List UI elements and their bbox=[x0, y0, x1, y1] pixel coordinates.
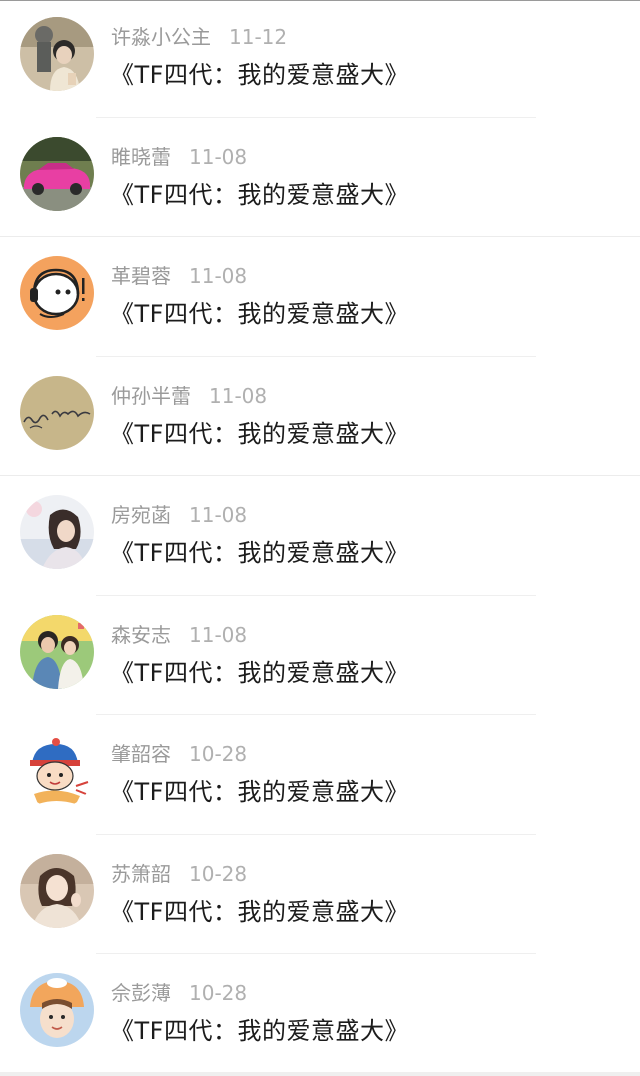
comment-date: 10-28 bbox=[189, 861, 248, 886]
comment-item[interactable]: 许淼小公主 11-12 《TF四代：我的爱意盛大》 bbox=[0, 0, 640, 120]
avatar-handwriting-icon[interactable] bbox=[20, 375, 94, 450]
comment-username[interactable]: 仲孙半蕾 bbox=[111, 384, 191, 408]
comment-meta: 革碧蓉 11-08 bbox=[111, 262, 247, 290]
comment-username[interactable]: 肇韶容 bbox=[111, 742, 171, 766]
comment-username[interactable]: 苏箫韶 bbox=[111, 862, 171, 886]
divider bbox=[96, 714, 536, 715]
comment-text[interactable]: 《TF四代：我的爱意盛大》 bbox=[110, 775, 409, 809]
comment-username[interactable]: 房宛菡 bbox=[111, 503, 171, 527]
comment-meta: 森安志 11-08 bbox=[111, 621, 247, 649]
comment-item[interactable]: 仲孙半蕾 11-08 《TF四代：我的爱意盛大》 bbox=[0, 359, 640, 479]
comment-item[interactable]: 睢晓蕾 11-08 《TF四代：我的爱意盛大》 bbox=[0, 120, 640, 240]
divider bbox=[96, 833, 536, 835]
comment-item[interactable]: 革碧蓉 11-08 《TF四代：我的爱意盛大》 bbox=[0, 239, 640, 359]
bottom-divider bbox=[0, 1072, 640, 1076]
divider bbox=[96, 953, 536, 954]
comment-list: 许淼小公主 11-12 《TF四代：我的爱意盛大》 睢晓蕾 11-08 《TF四代：… bbox=[0, 0, 640, 1076]
comment-item[interactable]: 森安志 11-08 《TF四代：我的爱意盛大》 bbox=[0, 598, 640, 718]
comment-date: 11-08 bbox=[209, 383, 268, 408]
avatar-photo-girl-pose-icon[interactable] bbox=[20, 853, 94, 928]
avatar-cartoon-hat-icon[interactable] bbox=[20, 734, 94, 808]
comment-item[interactable]: 房宛菡 11-08 《TF四代：我的爱意盛大》 bbox=[0, 478, 640, 598]
comment-meta: 肇韶容 10-28 bbox=[111, 740, 247, 768]
comment-text[interactable]: 《TF四代：我的爱意盛大》 bbox=[110, 895, 409, 929]
comment-username[interactable]: 睢晓蕾 bbox=[111, 145, 171, 169]
comment-text[interactable]: 《TF四代：我的爱意盛大》 bbox=[110, 58, 409, 92]
comment-username[interactable]: 许淼小公主 bbox=[111, 25, 211, 49]
divider bbox=[96, 355, 536, 357]
comment-date: 11-08 bbox=[189, 264, 248, 288]
comment-username[interactable]: 森安志 bbox=[111, 623, 171, 647]
avatar-photo-woman-icon[interactable] bbox=[20, 495, 94, 569]
avatar-cartoon-headphones-icon[interactable] bbox=[20, 256, 94, 330]
comment-meta: 佘彭薄 10-28 bbox=[111, 979, 247, 1007]
comment-meta: 房宛菡 11-08 bbox=[111, 501, 247, 529]
comment-item[interactable]: 苏箫韶 10-28 《TF四代：我的爱意盛大》 bbox=[0, 837, 640, 957]
comment-item[interactable]: 肇韶容 10-28 《TF四代：我的爱意盛大》 bbox=[0, 717, 640, 837]
comment-meta: 睢晓蕾 11-08 bbox=[111, 143, 247, 171]
avatar-photo-couple-icon[interactable] bbox=[20, 614, 94, 689]
comment-meta: 苏箫韶 10-28 bbox=[111, 860, 247, 888]
comment-username[interactable]: 佘彭薄 bbox=[111, 981, 171, 1005]
comment-item[interactable]: 佘彭薄 10-28 《TF四代：我的爱意盛大》 bbox=[0, 956, 640, 1076]
comment-date: 11-08 bbox=[189, 144, 248, 169]
comment-text[interactable]: 《TF四代：我的爱意盛大》 bbox=[110, 656, 409, 690]
divider bbox=[96, 116, 536, 118]
divider bbox=[96, 594, 536, 596]
comment-text[interactable]: 《TF四代：我的爱意盛大》 bbox=[110, 536, 409, 570]
comment-text[interactable]: 《TF四代：我的爱意盛大》 bbox=[110, 1014, 409, 1048]
divider bbox=[0, 475, 640, 476]
avatar-photo-girl-icon[interactable] bbox=[20, 17, 94, 91]
comment-text[interactable]: 《TF四代：我的爱意盛大》 bbox=[110, 178, 409, 212]
comment-date: 11-08 bbox=[189, 503, 248, 527]
divider bbox=[0, 236, 640, 237]
avatar-photo-child-hat-icon[interactable] bbox=[20, 973, 94, 1047]
comment-date: 10-28 bbox=[189, 981, 248, 1005]
comment-username[interactable]: 革碧蓉 bbox=[111, 264, 171, 288]
comment-date: 11-08 bbox=[189, 622, 248, 647]
comment-meta: 许淼小公主 11-12 bbox=[111, 23, 287, 51]
comment-text[interactable]: 《TF四代：我的爱意盛大》 bbox=[110, 417, 409, 451]
comment-meta: 仲孙半蕾 11-08 bbox=[111, 382, 267, 410]
comment-date: 10-28 bbox=[189, 742, 248, 766]
comment-text[interactable]: 《TF四代：我的爱意盛大》 bbox=[110, 297, 409, 331]
avatar-pink-car-icon[interactable] bbox=[20, 136, 94, 211]
comment-date: 11-12 bbox=[229, 25, 288, 49]
